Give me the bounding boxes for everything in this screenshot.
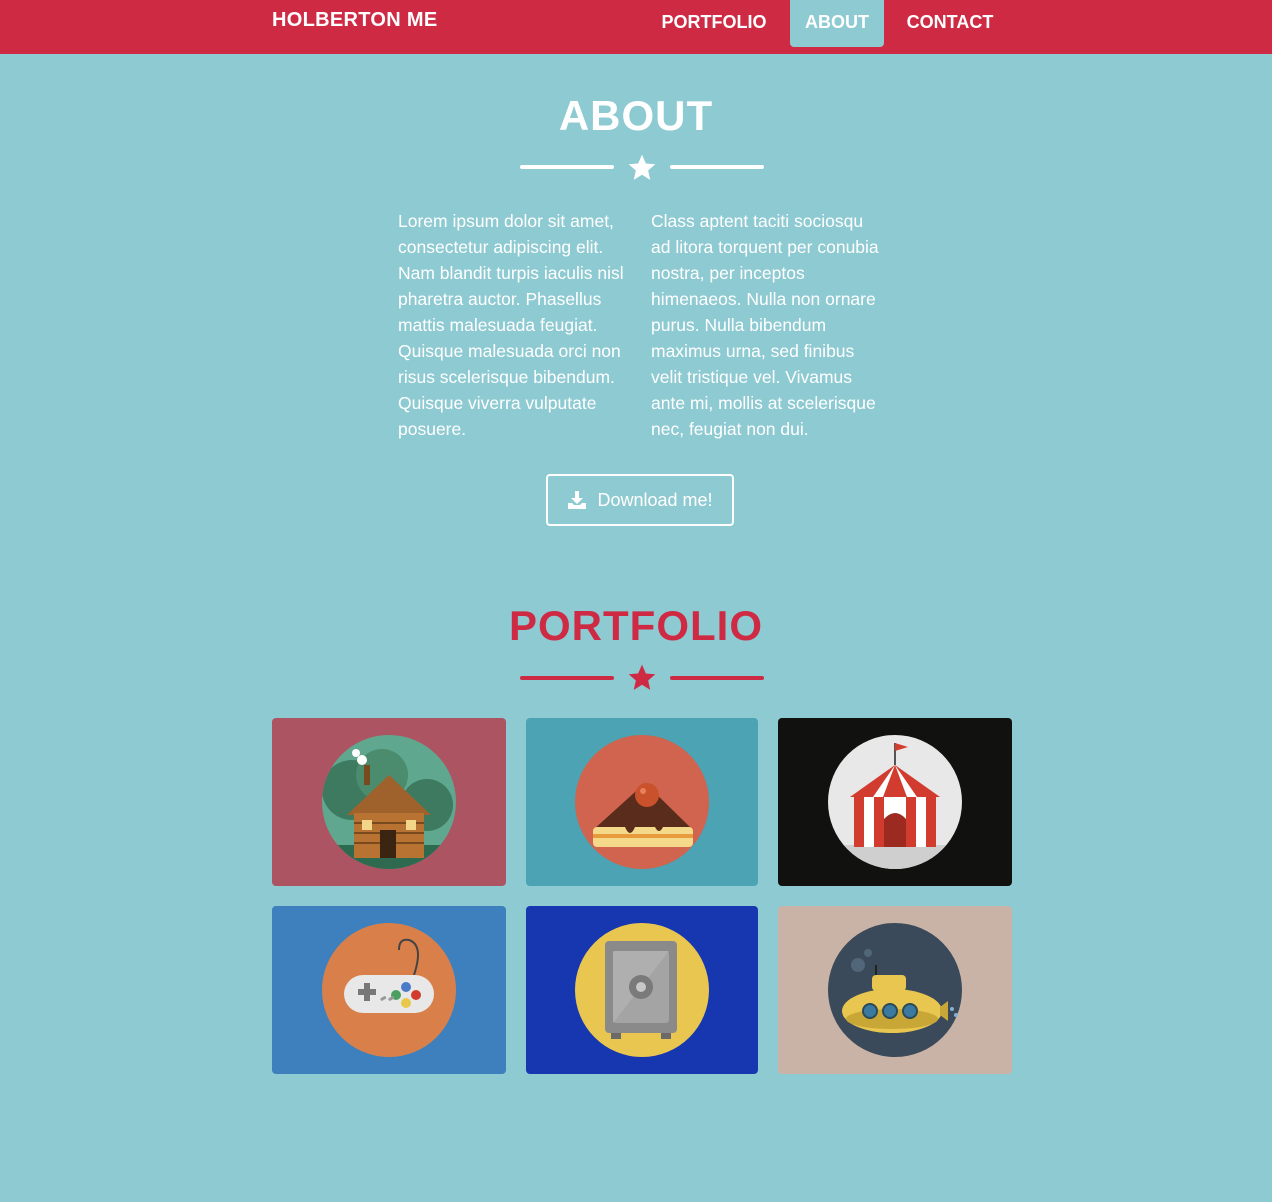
nav-link-about[interactable]: ABOUT	[790, 0, 884, 47]
star-icon	[628, 664, 656, 690]
cake-icon	[575, 735, 709, 869]
portfolio-item-cake[interactable]	[526, 718, 758, 886]
download-label: Download me!	[597, 489, 713, 510]
portfolio-divider-left	[520, 676, 614, 680]
about-text-left: Lorem ipsum dolor sit amet, consectetur …	[398, 211, 624, 439]
portfolio-item-safe[interactable]	[526, 906, 758, 1074]
portfolio-item-controller[interactable]	[272, 906, 506, 1074]
safe-icon	[575, 923, 709, 1057]
portfolio-item-cabin[interactable]	[272, 718, 506, 886]
star-icon	[628, 154, 656, 180]
nav-link-portfolio[interactable]: PORTFOLIO	[646, 0, 782, 47]
portfolio-title: PORTFOLIO	[509, 602, 763, 649]
circus-tent-icon	[828, 735, 962, 869]
about-title: ABOUT	[558, 92, 714, 139]
brand-logo[interactable]: HOLBERTON ME	[272, 9, 437, 32]
about-text-right: Class aptent taciti sociosqu ad litora t…	[651, 211, 879, 439]
portfolio-item-circus[interactable]	[778, 718, 1012, 886]
submarine-icon	[828, 923, 962, 1057]
download-icon	[568, 491, 587, 509]
navbar: HOLBERTON ME PORTFOLIO ABOUT CONTACT	[0, 0, 1272, 54]
cabin-icon	[322, 735, 456, 869]
about-divider-right	[670, 165, 764, 169]
game-controller-icon	[322, 923, 456, 1057]
about-divider-left	[520, 165, 614, 169]
download-button[interactable]: Download me!	[546, 474, 734, 526]
portfolio-divider-right	[670, 676, 764, 680]
nav-link-contact[interactable]: CONTACT	[892, 0, 1008, 47]
portfolio-item-submarine[interactable]	[778, 906, 1012, 1074]
